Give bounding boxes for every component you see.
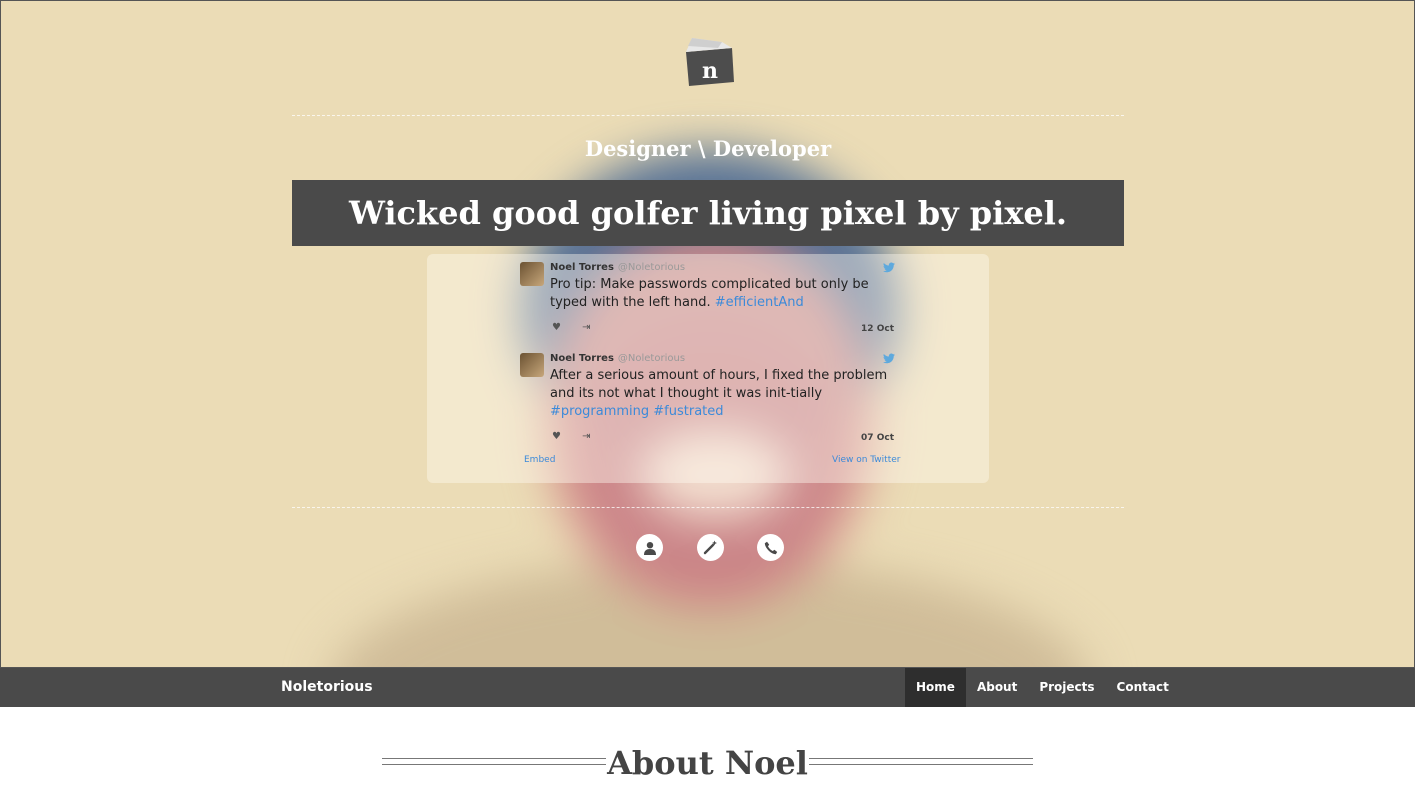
twitter-timeline[interactable]: Noel Torres @Noletorious Pro tip: Make pa…	[427, 254, 989, 483]
tweet-actions: ♥ ⇥	[552, 322, 609, 333]
heart-icon[interactable]: ♥	[552, 431, 561, 442]
tweet-text: Pro tip: Make passwords complicated but …	[550, 277, 869, 310]
hashtag-link[interactable]: #programming #fustrated	[550, 404, 724, 419]
user-icon	[643, 541, 656, 555]
phone-icon	[764, 541, 777, 554]
navbar: Noletorious Home About Projects Contact	[0, 668, 1415, 707]
hero-section: n Designer \ Developer Wicked good golfe…	[0, 0, 1415, 668]
about-button[interactable]	[636, 534, 663, 561]
embed-link[interactable]: Embed	[524, 455, 555, 465]
tweet-text: After a serious amount of hours, I fixed…	[550, 368, 888, 419]
retweet-icon[interactable]: ⇥	[582, 431, 590, 442]
twitter-bird-icon[interactable]	[883, 262, 895, 273]
bottom-divider	[292, 507, 1124, 508]
nav-contact[interactable]: Contact	[1106, 668, 1180, 707]
retweet-icon[interactable]: ⇥	[582, 322, 590, 333]
projects-button[interactable]	[697, 534, 724, 561]
tweet-date[interactable]: 07 Oct	[861, 433, 894, 443]
title-rule-right	[809, 758, 1033, 765]
brand-link[interactable]: Noletorious	[281, 668, 373, 707]
view-on-twitter-link[interactable]: View on Twitter	[832, 455, 900, 465]
nav-home[interactable]: Home	[905, 668, 966, 707]
nav-about[interactable]: About	[966, 668, 1028, 707]
contact-button[interactable]	[757, 534, 784, 561]
avatar[interactable]	[520, 353, 544, 377]
tweet-date[interactable]: 12 Oct	[861, 324, 894, 334]
heart-icon[interactable]: ♥	[552, 322, 561, 333]
svg-text:n: n	[702, 58, 718, 84]
avatar[interactable]	[520, 262, 544, 286]
twitter-bird-icon[interactable]	[883, 353, 895, 364]
tagline: Designer \ Developer	[584, 136, 832, 161]
about-section: About Noel	[0, 707, 1415, 791]
nav-projects[interactable]: Projects	[1028, 668, 1105, 707]
magic-wand-icon	[703, 540, 717, 555]
tweet-actions: ♥ ⇥	[552, 431, 609, 442]
hashtag-link[interactable]: #efficientAnd	[715, 295, 804, 310]
tweet-author[interactable]: Noel Torres @Noletorious	[550, 353, 685, 364]
headline-banner: Wicked good golfer living pixel by pixel…	[292, 180, 1124, 246]
tweet-author[interactable]: Noel Torres @Noletorious	[550, 262, 685, 273]
nav-menu: Home About Projects Contact	[905, 668, 1180, 707]
logo-icon[interactable]: n	[682, 36, 736, 88]
top-divider	[292, 115, 1124, 116]
section-title: About Noel	[607, 744, 808, 782]
headline-text: Wicked good golfer living pixel by pixel…	[348, 194, 1068, 232]
